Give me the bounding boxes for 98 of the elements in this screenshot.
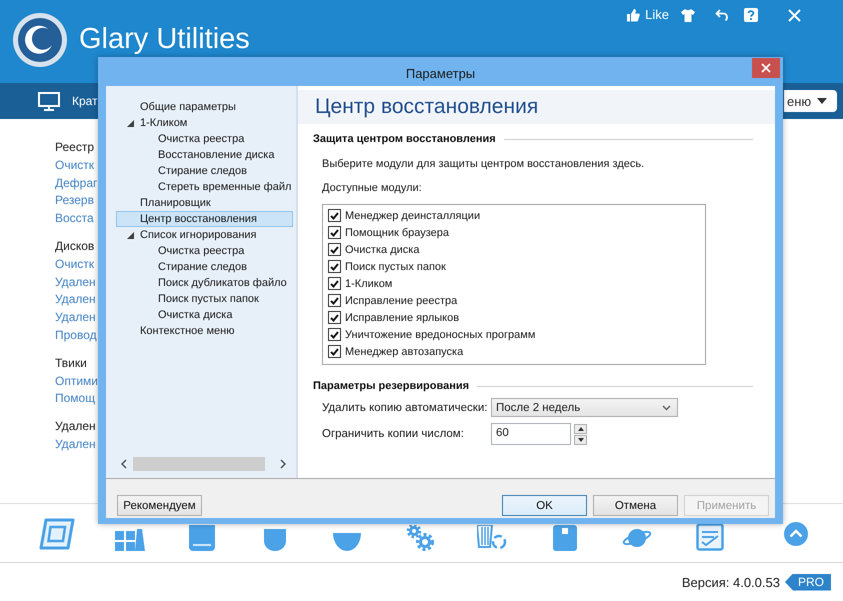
- checkbox-label: Исправление ярлыков: [345, 312, 460, 324]
- tree-item[interactable]: Общие параметры: [116, 99, 293, 115]
- logo-icon: [12, 12, 68, 68]
- close-icon[interactable]: [788, 8, 801, 22]
- drive-icon[interactable]: [189, 525, 216, 551]
- checkbox-label: Очистка диска: [345, 244, 420, 256]
- document-icon[interactable]: [696, 523, 724, 551]
- expand-arrow-icon[interactable]: [127, 232, 134, 238]
- tool-link[interactable]: Оптими: [55, 372, 98, 390]
- tool-link[interactable]: Очистк: [55, 256, 94, 274]
- description-text: Выберите модули для защиты центром восстановления здесь.: [322, 158, 644, 171]
- recommend-button[interactable]: Рекомендуем: [117, 495, 202, 516]
- page-title: Центр восстановления: [298, 90, 775, 124]
- tree-item[interactable]: Центр восстановления: [116, 211, 293, 227]
- down-triangle-icon: [578, 438, 584, 442]
- tool-link[interactable]: Дефраг: [55, 174, 98, 192]
- tool-link[interactable]: Очистк: [55, 156, 94, 175]
- tree-item[interactable]: Поиск дубликатов файло: [116, 275, 293, 291]
- dialog-title: Параметры: [406, 66, 476, 81]
- modules-listbox[interactable]: Менеджер деинсталляции Помощник браузера Очистка диска Поиск пустых папок 1-Кликом Исправление реестра Исправление ярлыков Уничтожение вредоносных программ Менеджер автозапуска: [322, 204, 706, 365]
- edition-badge: PRO: [784, 574, 831, 590]
- dropdown-field[interactable]: После 2 недель: [491, 398, 678, 417]
- scroll-left-icon[interactable]: [121, 459, 127, 469]
- tree-item[interactable]: Планировщик: [116, 195, 293, 211]
- group-heading: Защита центром восстановления: [313, 132, 496, 146]
- help-icon[interactable]: [744, 8, 758, 22]
- scroll-right-icon[interactable]: [280, 459, 286, 469]
- checkbox-label: Исправление реестра: [345, 294, 458, 306]
- grid-broom-icon[interactable]: [114, 527, 145, 551]
- section-heading: Твики: [55, 354, 87, 372]
- spin-down-button[interactable]: [574, 434, 587, 444]
- thumbs-up-icon: [626, 8, 640, 22]
- tool-link[interactable]: Помощ: [55, 390, 96, 408]
- frame-icon[interactable]: [39, 517, 76, 551]
- monitor-icon: [38, 92, 60, 110]
- checkbox[interactable]: [328, 294, 341, 307]
- tool-link[interactable]: Удален: [55, 274, 96, 292]
- checkbox[interactable]: [328, 345, 341, 358]
- checkbox-label: Менеджер автозапуска: [345, 346, 464, 358]
- tree-item[interactable]: Список игнорирования: [116, 227, 293, 243]
- version-text: Версия: 4.0.0.53: [682, 574, 780, 590]
- tree-item[interactable]: Восстановление диска: [116, 147, 293, 163]
- nav-tab[interactable]: Крат: [38, 92, 98, 110]
- tree-item[interactable]: Стереть временные файл: [116, 179, 293, 195]
- like-button[interactable]: Like: [626, 7, 669, 23]
- checkbox[interactable]: [328, 311, 341, 324]
- modules-label: Доступные модули:: [322, 182, 422, 195]
- scroll-up-icon[interactable]: [784, 522, 808, 546]
- dialog-button[interactable]: Отмена: [593, 495, 678, 516]
- close-icon: [761, 63, 771, 73]
- close-button[interactable]: [752, 58, 780, 78]
- number-field[interactable]: 60: [491, 423, 571, 445]
- checkbox-label: Уничтожение вредоносных программ: [345, 328, 536, 340]
- tile-icon[interactable]: [552, 525, 577, 551]
- app-title: Glary Utilities: [79, 22, 250, 57]
- checkbox-label: 1-Кликом: [345, 278, 392, 290]
- tree-item[interactable]: 1-Кликом: [116, 115, 293, 131]
- menu-button[interactable]: еню: [784, 90, 837, 112]
- group-heading: Параметры резервирования: [313, 379, 470, 393]
- checkbox[interactable]: [328, 226, 341, 239]
- field-label: Ограничить копии числом:: [322, 428, 464, 440]
- tool-link[interactable]: Восста: [55, 210, 94, 228]
- tool-link[interactable]: Провод: [55, 326, 97, 345]
- tree-item[interactable]: Стирание следов: [116, 163, 293, 179]
- gears-icon[interactable]: [406, 525, 434, 551]
- tree-item[interactable]: Очистка диска: [116, 307, 293, 323]
- tree-item[interactable]: Контекстное меню: [116, 323, 293, 339]
- section-heading: Удален: [55, 418, 96, 436]
- checkbox[interactable]: [328, 243, 341, 256]
- tool-link[interactable]: Удален: [55, 309, 96, 327]
- checkbox[interactable]: [328, 260, 341, 273]
- tool-link[interactable]: Удален: [55, 291, 96, 310]
- scrollbar-thumb[interactable]: [133, 457, 265, 471]
- spin-up-button[interactable]: [574, 424, 587, 434]
- tree-item[interactable]: Поиск пустых папок: [116, 291, 293, 307]
- shirt-icon[interactable]: [681, 8, 695, 22]
- section-heading: Дисков: [55, 238, 94, 255]
- tool-link[interactable]: Удален: [55, 436, 96, 454]
- checkbox-label: Поиск пустых папок: [345, 260, 446, 272]
- checkbox-label: Менеджер деинсталляции: [345, 210, 480, 222]
- expand-arrow-icon[interactable]: [127, 120, 134, 126]
- up-triangle-icon: [578, 426, 584, 430]
- dialog-button[interactable]: OK: [502, 495, 587, 516]
- recycle-bin-icon[interactable]: [477, 525, 508, 551]
- tool-link[interactable]: Резерв: [55, 192, 94, 210]
- checkbox[interactable]: [328, 328, 341, 341]
- caret-icon: [817, 98, 828, 104]
- checkbox[interactable]: [328, 277, 341, 290]
- chevron-down-icon: [662, 404, 671, 410]
- tree-item[interactable]: Очистка реестра: [116, 131, 293, 147]
- tree-item[interactable]: Очистка реестра: [116, 243, 293, 259]
- undo-icon[interactable]: [715, 9, 728, 21]
- checkbox-label: Помощник браузера: [345, 226, 450, 238]
- section-heading: Реестр: [55, 139, 94, 156]
- field-label: Удалить копию автоматически:: [322, 402, 488, 414]
- rounded-tile-icon[interactable]: [264, 529, 286, 551]
- checkbox[interactable]: [328, 209, 341, 222]
- tree-item[interactable]: Стирание следов: [116, 259, 293, 275]
